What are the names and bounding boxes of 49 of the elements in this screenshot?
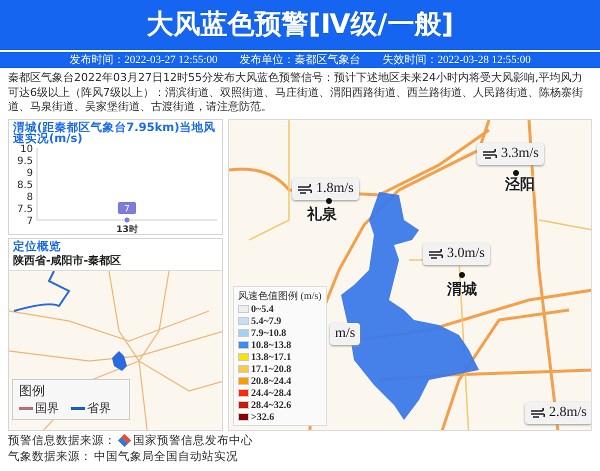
legend-label: 省界 (87, 400, 111, 417)
y-tick-label: 9.5 (17, 156, 33, 167)
legend-label: 24.4~28.4 (251, 388, 292, 398)
place-name: 礼泉 (307, 205, 337, 224)
location-dot (513, 170, 519, 176)
wind-icon (297, 183, 313, 195)
chart-title: 渭城(距秦都区气象台7.95km)当地风速实况(m/s) (12, 120, 217, 144)
y-tick-label: 7.5 (17, 204, 33, 215)
legend-label: >32.6 (251, 412, 274, 422)
source-label: 气象数据来源： (8, 448, 92, 464)
legend-label: 0~5.4 (251, 304, 274, 314)
wind-icon (482, 148, 498, 160)
wind-speed-text: 3.3m/s (501, 146, 539, 162)
legend-title: 风速色值图例 (m/s) (238, 290, 322, 303)
info-text: 发布单位：秦都区气象台 (240, 53, 360, 68)
legend-label: 20.8~24.4 (251, 376, 292, 386)
legend-label: 13.8~17.1 (251, 352, 292, 362)
legend-label: 7.9~10.8 (251, 328, 286, 338)
wind-speed-text: 3.0m/s (447, 246, 485, 262)
source-name: 中国气象局全国自动站实况 (94, 448, 238, 464)
data-label: 7 (124, 204, 130, 214)
source-label: 预警信息数据来源： (8, 432, 116, 448)
x-tick-label: 13时 (116, 225, 138, 234)
wind-icon (428, 248, 444, 260)
diamond-logo-icon (118, 434, 131, 446)
info-text: 发布时间：2022-03-27 12:55:00 (69, 53, 218, 68)
y-tick-label: 8.5 (17, 180, 33, 191)
warning-title: 大风蓝色预警[Ⅳ级/一般] (0, 0, 600, 52)
legend-label: 国界 (35, 400, 59, 417)
legend-label: 10.8~13.8 (251, 340, 292, 350)
legend-label: 5.4~7.9 (251, 316, 282, 326)
wind-speed-text: m/s (335, 326, 356, 342)
legend-title: 图例 (19, 383, 46, 400)
y-tick-label: 8 (26, 192, 33, 203)
wind-icon (530, 407, 546, 419)
data-point (124, 218, 130, 222)
legend-label: 28.4~32.6 (251, 400, 292, 410)
wind-speed-text: 2.8m/s (549, 405, 587, 421)
y-tick-label: 9 (26, 168, 33, 179)
warning-message: 秦都区气象台2022年03月27日12时55分发布大风蓝色预警信号：预计下述地区未来24小时内将受大风影响,平均风力可达6级以上（阵风7级以上）：渭滨街道、双照街道、马庄街道、渭阳西路街道、西兰路街道、人民路街道、陈杨寨街道、马泉街道、吴家堡街道、古渡街道，请注意防范。 (7, 70, 584, 115)
source-name: 国家预警信息发布中心 (133, 432, 253, 448)
y-tick-label: 10 (20, 144, 33, 155)
value-label: 7 (118, 202, 136, 214)
legend-label: 17.1~20.8 (251, 364, 292, 374)
info-text: 失效时间：2022-03-28 12:55:00 (382, 53, 531, 68)
location-path: 陕西省-咸阳市-秦都区 (12, 253, 122, 269)
location-title: 定位概览 (12, 239, 62, 252)
y-tick-label: 7 (26, 216, 33, 227)
wind-speed-text: 1.8m/s (316, 181, 354, 197)
